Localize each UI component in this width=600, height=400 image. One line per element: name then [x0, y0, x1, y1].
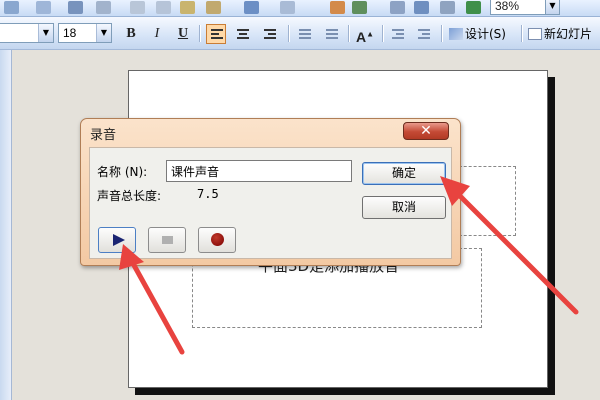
decrease-indent-button[interactable]	[388, 24, 408, 44]
design-button[interactable]: 设计(S)	[449, 24, 506, 44]
toolbar-separator	[521, 25, 522, 42]
name-input[interactable]	[166, 160, 352, 182]
insert-picture-icon[interactable]	[414, 1, 429, 14]
insert-table-icon[interactable]	[352, 1, 367, 14]
font-size-combo[interactable]: 18 ▼	[58, 23, 112, 43]
toolbar-separator	[199, 25, 200, 42]
chevron-down-icon[interactable]: ▼	[38, 24, 53, 42]
cancel-button[interactable]: 取消	[362, 196, 446, 219]
research-icon[interactable]	[96, 1, 111, 14]
align-center-button[interactable]	[233, 24, 253, 44]
chevron-down-icon[interactable]: ▼	[545, 0, 559, 14]
print-preview-icon[interactable]	[36, 1, 51, 14]
grid-icon[interactable]	[440, 1, 455, 14]
italic-button[interactable]: I	[147, 24, 167, 44]
new-slide-label: 新幻灯片	[544, 27, 593, 41]
tables-borders-icon[interactable]	[390, 1, 405, 14]
color-grayscale-icon[interactable]	[466, 1, 481, 14]
play-button[interactable]	[98, 227, 136, 253]
numbering-button[interactable]	[295, 24, 315, 44]
slides-pane-edge[interactable]	[0, 50, 12, 400]
close-icon: ✕	[420, 123, 432, 139]
copy-icon[interactable]	[156, 1, 171, 14]
close-button[interactable]: ✕	[403, 122, 449, 140]
dialog-titlebar[interactable]: 录音 ✕	[81, 119, 460, 145]
stop-button[interactable]	[148, 227, 186, 253]
record-sound-dialog: 录音 ✕ 名称 (N): 声音总长度: 7.5 确定 取消	[80, 118, 461, 266]
chevron-down-icon[interactable]: ▼	[96, 24, 111, 42]
stop-icon	[162, 236, 173, 244]
new-slide-icon	[528, 28, 542, 40]
dialog-title: 录音	[90, 128, 117, 143]
design-label: 设计(S)	[465, 27, 506, 41]
align-right-button[interactable]	[260, 24, 280, 44]
toolbar-separator	[288, 25, 289, 42]
bullets-button[interactable]	[322, 24, 342, 44]
font-name-combo[interactable]: ▼	[0, 23, 54, 43]
dialog-body: 名称 (N): 声音总长度: 7.5 确定 取消	[89, 147, 452, 259]
zoom-combo[interactable]: 38% ▼	[490, 0, 560, 15]
increase-font-button[interactable]: A▲	[355, 24, 375, 45]
name-label: 名称 (N):	[97, 165, 148, 179]
insert-chart-icon[interactable]	[330, 1, 345, 14]
record-button[interactable]	[198, 227, 236, 253]
total-length-value: 7.5	[197, 187, 219, 201]
total-length-label: 声音总长度:	[97, 189, 162, 203]
format-painter-icon[interactable]	[206, 1, 221, 14]
toolbar-separator	[382, 25, 383, 42]
underline-button[interactable]: U	[173, 24, 193, 44]
formatting-toolbar: ▼ 18 ▼ B I U A▲ 设计(S) 新幻灯片	[0, 17, 600, 50]
print-icon[interactable]	[4, 1, 19, 14]
paste-icon[interactable]	[180, 1, 195, 14]
zoom-value: 38%	[495, 0, 520, 13]
spelling-icon[interactable]	[68, 1, 83, 14]
new-slide-button[interactable]: 新幻灯片	[528, 24, 592, 44]
increase-indent-button[interactable]	[414, 24, 434, 44]
record-icon	[211, 233, 224, 246]
standard-toolbar: 38% ▼	[0, 0, 600, 17]
cut-icon[interactable]	[130, 1, 145, 14]
ok-button[interactable]: 确定	[362, 162, 446, 185]
toolbar-separator	[348, 25, 349, 42]
increase-font-icon: A▲	[355, 28, 375, 45]
align-left-button[interactable]	[206, 24, 226, 44]
toolbar-separator	[441, 25, 442, 42]
play-icon	[113, 234, 125, 246]
undo-icon[interactable]	[244, 1, 259, 14]
bold-button[interactable]: B	[121, 24, 141, 44]
redo-icon[interactable]	[280, 1, 295, 14]
font-size-value: 18	[63, 26, 77, 40]
design-icon	[449, 28, 463, 40]
